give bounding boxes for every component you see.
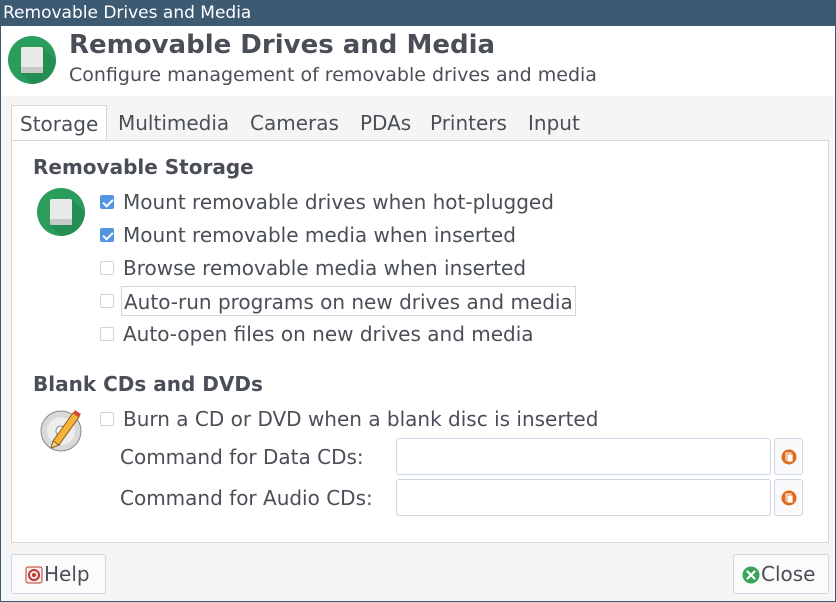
help-icon [25,566,43,584]
tab-input-devices[interactable]: Input Devices [520,105,615,171]
header-subtitle: Configure management of removable drives… [69,64,597,86]
checkbox[interactable] [100,228,114,242]
window-title: Removable Drives and Media [3,3,252,23]
blank-cds-heading: Blank CDs and DVDs [33,372,263,396]
drive-icon [8,36,56,84]
close-button[interactable]: Close [733,554,829,594]
tab-cameras[interactable]: Cameras [242,105,347,141]
dialog-header: Removable Drives and Media Configure man… [1,26,835,96]
close-label: Close [761,562,816,586]
option-label: Burn a CD or DVD when a blank disc is in… [123,407,599,431]
data-cd-command-input[interactable] [396,438,771,475]
option-label: Browse removable media when inserted [123,256,527,280]
drive-icon [37,188,85,236]
tab-pdas[interactable]: PDAs [352,105,419,141]
removable-storage-heading: Removable Storage [33,155,254,179]
file-browse-icon [781,449,797,465]
storage-panel: Removable Storage Mount removable drives… [11,140,829,543]
help-label: Help [44,562,90,586]
checkbox[interactable] [100,294,114,308]
dialog-window: Removable Drives and Media Configure man… [0,26,836,602]
audio-cd-command-input[interactable] [396,479,771,516]
checkbox[interactable] [100,195,114,209]
header-title: Removable Drives and Media [69,30,496,60]
cd-burn-icon [40,410,82,452]
option-label: Auto-open files on new drives and media [123,322,534,346]
checkbox[interactable] [100,327,114,341]
audio-cd-command-label: Command for Audio CDs: [120,486,373,510]
checkbox[interactable] [100,261,114,275]
tab-storage[interactable]: Storage [11,105,108,142]
help-button[interactable]: Help [11,554,106,594]
data-cd-command-label: Command for Data CDs: [120,445,364,469]
audio-cd-browse-button[interactable] [774,479,803,516]
data-cd-browse-button[interactable] [774,438,803,475]
checkbox[interactable] [100,412,114,426]
option-label: Mount removable media when inserted [123,223,516,247]
option-label: Mount removable drives when hot-plugged [123,190,554,214]
file-browse-icon [781,490,797,506]
close-icon [742,566,760,584]
tab-printers[interactable]: Printers [422,105,515,141]
window-titlebar: Removable Drives and Media [0,0,836,26]
tab-multimedia[interactable]: Multimedia [110,105,237,141]
option-label: Auto-run programs on new drives and medi… [121,286,576,316]
